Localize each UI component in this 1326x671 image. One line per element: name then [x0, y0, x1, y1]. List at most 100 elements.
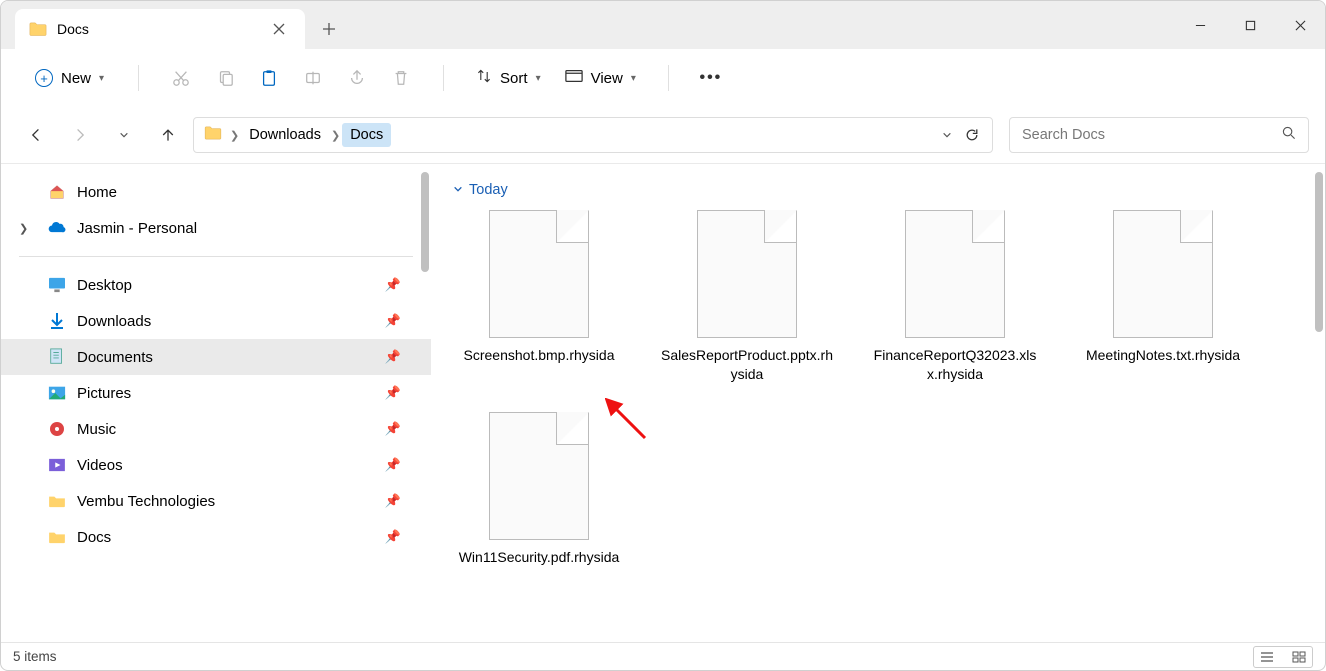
- new-button[interactable]: + New ▾: [23, 64, 116, 92]
- close-button[interactable]: [1275, 1, 1325, 49]
- pin-icon: 📌: [385, 313, 401, 329]
- file-icon: [697, 210, 797, 338]
- pin-icon: 📌: [385, 457, 401, 473]
- chevron-right-icon[interactable]: ❯: [19, 222, 28, 235]
- share-button: [337, 58, 377, 98]
- sidebar-item-label: Videos: [77, 457, 123, 474]
- sidebar-music[interactable]: Music 📌: [1, 411, 431, 447]
- body: Home ❯ Jasmin - Personal Desktop 📌 Downl…: [1, 163, 1325, 642]
- pin-icon: 📌: [385, 421, 401, 437]
- forward-button: [61, 116, 99, 154]
- file-item[interactable]: FinanceReportQ32023.xlsx.rhysida: [869, 210, 1041, 384]
- file-item[interactable]: Win11Security.pdf.rhysida: [453, 412, 625, 567]
- pin-icon: 📌: [385, 493, 401, 509]
- group-today[interactable]: Today: [453, 178, 1303, 210]
- chevron-right-icon: ❯: [329, 129, 342, 142]
- home-icon: [47, 182, 67, 202]
- copy-button: [205, 58, 245, 98]
- pin-icon: 📌: [385, 349, 401, 365]
- sort-icon: [476, 68, 492, 88]
- file-item[interactable]: MeetingNotes.txt.rhysida: [1077, 210, 1249, 384]
- separator: [138, 65, 139, 91]
- content-scrollbar[interactable]: [1315, 172, 1323, 332]
- icons-view-button[interactable]: [1286, 647, 1312, 667]
- chevron-right-icon: ❯: [228, 129, 241, 142]
- sidebar-item-label: Home: [77, 184, 117, 201]
- file-icon: [489, 412, 589, 540]
- details-view-button[interactable]: [1254, 647, 1280, 667]
- sidebar-videos[interactable]: Videos 📌: [1, 447, 431, 483]
- file-item[interactable]: Screenshot.bmp.rhysida: [453, 210, 625, 384]
- sidebar-documents[interactable]: Documents 📌: [1, 339, 431, 375]
- file-icon: [905, 210, 1005, 338]
- tab-docs[interactable]: Docs: [15, 9, 305, 49]
- sidebar-item-label: Docs: [77, 529, 111, 546]
- separator: [668, 65, 669, 91]
- refresh-button[interactable]: [964, 127, 980, 143]
- file-name: Win11Security.pdf.rhysida: [459, 548, 620, 567]
- sidebar-pictures[interactable]: Pictures 📌: [1, 375, 431, 411]
- desktop-icon: [47, 275, 67, 295]
- up-button[interactable]: [149, 116, 187, 154]
- videos-icon: [47, 455, 67, 475]
- sort-button[interactable]: Sort ▾: [466, 63, 551, 93]
- tab-close-button[interactable]: [271, 21, 287, 37]
- maximize-button[interactable]: [1225, 1, 1275, 49]
- sidebar-desktop[interactable]: Desktop 📌: [1, 267, 431, 303]
- address-bar[interactable]: ❯ Downloads ❯ Docs: [193, 117, 993, 153]
- view-button[interactable]: View ▾: [555, 64, 646, 92]
- search-placeholder: Search Docs: [1022, 127, 1105, 143]
- downloads-icon: [47, 311, 67, 331]
- new-label: New: [61, 70, 91, 87]
- chevron-down-icon: [453, 182, 463, 198]
- folder-icon: [47, 527, 67, 547]
- chevron-down-icon: ▾: [536, 73, 541, 84]
- cloud-icon: [47, 218, 67, 238]
- pin-icon: 📌: [385, 529, 401, 545]
- new-tab-button[interactable]: [305, 9, 353, 49]
- sidebar-item-label: Jasmin - Personal: [77, 220, 197, 237]
- sidebar-item-label: Desktop: [77, 277, 132, 294]
- plus-circle-icon: +: [35, 69, 53, 87]
- sidebar-home[interactable]: Home: [1, 174, 431, 210]
- back-button[interactable]: [17, 116, 55, 154]
- chevron-down-icon: ▾: [631, 73, 636, 84]
- content-pane[interactable]: Today Screenshot.bmp.rhysida SalesReport…: [431, 164, 1325, 642]
- file-name: FinanceReportQ32023.xlsx.rhysida: [869, 346, 1041, 384]
- file-name: Screenshot.bmp.rhysida: [464, 346, 615, 365]
- tab-title: Docs: [57, 21, 89, 37]
- delete-button: [381, 58, 421, 98]
- pictures-icon: [47, 383, 67, 403]
- sidebar-item-label: Pictures: [77, 385, 131, 402]
- sidebar-item-label: Documents: [77, 349, 153, 366]
- breadcrumb-docs[interactable]: Docs: [342, 123, 391, 147]
- sidebar-vembu[interactable]: Vembu Technologies 📌: [1, 483, 431, 519]
- file-item[interactable]: SalesReportProduct.pptx.rhysida: [661, 210, 833, 384]
- sidebar-downloads[interactable]: Downloads 📌: [1, 303, 431, 339]
- search-icon: [1282, 126, 1296, 144]
- recent-button[interactable]: [105, 116, 143, 154]
- files-grid: Screenshot.bmp.rhysida SalesReportProduc…: [453, 210, 1303, 567]
- search-input[interactable]: Search Docs: [1009, 117, 1309, 153]
- sidebar-onedrive[interactable]: ❯ Jasmin - Personal: [1, 210, 431, 246]
- minimize-button[interactable]: [1175, 1, 1225, 49]
- view-icon: [565, 69, 583, 87]
- paste-button[interactable]: [249, 58, 289, 98]
- file-icon: [489, 210, 589, 338]
- breadcrumb-downloads[interactable]: Downloads: [241, 123, 329, 147]
- sort-label: Sort: [500, 70, 528, 87]
- group-label: Today: [469, 182, 508, 198]
- statusbar: 5 items: [1, 642, 1325, 670]
- sidebar-docs[interactable]: Docs 📌: [1, 519, 431, 555]
- file-name: SalesReportProduct.pptx.rhysida: [661, 346, 833, 384]
- cut-button: [161, 58, 201, 98]
- window-controls: [1175, 1, 1325, 49]
- sidebar-item-label: Music: [77, 421, 116, 438]
- file-icon: [1113, 210, 1213, 338]
- divider: [19, 256, 413, 257]
- music-icon: [47, 419, 67, 439]
- view-label: View: [591, 70, 623, 87]
- more-button[interactable]: •••: [691, 58, 731, 98]
- sidebar: Home ❯ Jasmin - Personal Desktop 📌 Downl…: [1, 164, 431, 642]
- addr-dropdown-button[interactable]: [942, 127, 952, 143]
